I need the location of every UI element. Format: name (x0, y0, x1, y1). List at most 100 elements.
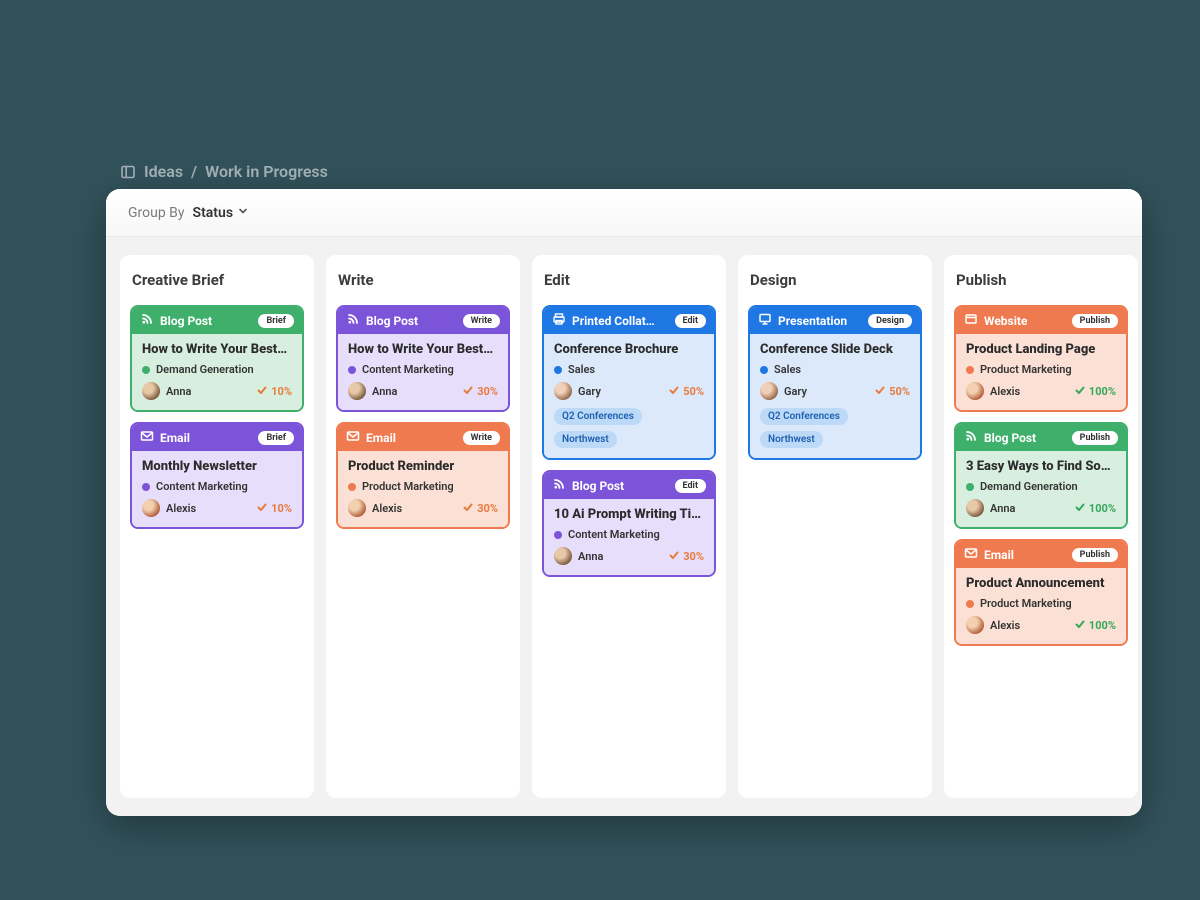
assignee-name: Gary (578, 385, 601, 398)
assignee: Gary (760, 382, 807, 400)
progress-indicator: 100% (1074, 501, 1116, 516)
assignee-name: Alexis (990, 619, 1020, 632)
card-header: WebsitePublish (956, 307, 1126, 334)
category-dot (760, 366, 768, 374)
group-by-value: Status (193, 205, 233, 221)
card-header: Blog PostBrief (132, 307, 302, 334)
category-label: Sales (568, 363, 595, 376)
card-body: Conference Slide DeckSalesGary50%Q2 Conf… (750, 334, 920, 458)
card-title: Monthly Newsletter (142, 459, 292, 474)
kanban-card[interactable]: Blog PostEdit10 Ai Prompt Writing TipsCo… (542, 470, 716, 577)
card-header: Blog PostWrite (338, 307, 508, 334)
assignee-name: Alexis (990, 385, 1020, 398)
stage-pill: Brief (258, 431, 294, 445)
avatar (760, 382, 778, 400)
check-icon (462, 501, 474, 516)
card-header: EmailPublish (956, 541, 1126, 568)
assignee: Anna (966, 499, 1015, 517)
avatar (966, 616, 984, 634)
kanban-column: Publish WebsitePublish Product Landing Pag… (944, 255, 1138, 798)
card-type-label: Blog Post (366, 314, 418, 328)
avatar (142, 499, 160, 517)
group-by-selector[interactable]: Status (193, 205, 249, 221)
column-title: Publish (954, 269, 1128, 295)
assignee: Alexis (966, 616, 1020, 634)
kanban-board: Creative BriefBlog PostBriefHow to Write… (106, 237, 1142, 816)
kanban-card[interactable]: PresentationDesignConference Slide DeckS… (748, 305, 922, 460)
category-row: Content Marketing (554, 528, 704, 541)
rss-icon (552, 477, 566, 494)
assignee-name: Anna (578, 550, 603, 563)
progress-value: 100% (1089, 385, 1116, 398)
category-label: Sales (774, 363, 801, 376)
user-progress-row: Alexis 30% (348, 499, 498, 517)
category-dot (966, 366, 974, 374)
card-header: EmailBrief (132, 424, 302, 451)
breadcrumb-root[interactable]: Ideas (144, 162, 183, 181)
progress-indicator: 100% (1074, 618, 1116, 633)
kanban-card[interactable]: EmailPublish Product Announcement Product … (954, 539, 1128, 646)
category-label: Product Marketing (362, 480, 454, 493)
kanban-card[interactable]: EmailBriefMonthly NewsletterContent Mark… (130, 422, 304, 529)
kanban-card[interactable]: Blog PostPublish3 Easy Ways to Find Soci… (954, 422, 1128, 529)
avatar (348, 499, 366, 517)
category-dot (348, 483, 356, 491)
progress-value: 30% (683, 550, 704, 563)
column-title: Creative Brief (130, 269, 304, 295)
assignee: Gary (554, 382, 601, 400)
tag[interactable]: Q2 Conferences (760, 408, 848, 425)
progress-indicator: 30% (462, 501, 498, 516)
assignee: Alexis (348, 499, 402, 517)
card-type-label: Website (984, 314, 1027, 328)
card-type-label: Email (366, 431, 396, 445)
user-progress-row: Anna 30% (554, 547, 704, 565)
column-title: Write (336, 269, 510, 295)
card-body: Product ReminderProduct MarketingAlexis3… (338, 451, 508, 527)
progress-indicator: 50% (668, 384, 704, 399)
card-body: 3 Easy Ways to Find Social…Demand Genera… (956, 451, 1126, 527)
rss-icon (346, 312, 360, 329)
tag[interactable]: Northwest (760, 431, 823, 448)
stage-pill: Design (868, 314, 912, 328)
column-title: Design (748, 269, 922, 295)
avatar (966, 382, 984, 400)
user-progress-row: Gary 50% (554, 382, 704, 400)
kanban-card[interactable]: Blog PostBriefHow to Write Your Best…Dem… (130, 305, 304, 412)
kanban-panel: Group By Status Creative BriefBlog PostB… (106, 189, 1142, 816)
progress-indicator: 30% (462, 384, 498, 399)
rss-icon (964, 429, 978, 446)
assignee-name: Alexis (372, 502, 402, 515)
card-type-label: Email (984, 548, 1014, 562)
category-dot (966, 600, 974, 608)
kanban-card[interactable]: EmailWriteProduct ReminderProduct Market… (336, 422, 510, 529)
card-body: 10 Ai Prompt Writing TipsContent Marketi… (544, 499, 714, 575)
card-title: Conference Slide Deck (760, 342, 910, 357)
tag[interactable]: Northwest (554, 431, 617, 448)
breadcrumb: Ideas / Work in Progress (120, 162, 328, 181)
category-label: Product Marketing (980, 597, 1072, 610)
board-icon (120, 164, 136, 180)
user-progress-row: Anna10% (142, 382, 292, 400)
print-icon (552, 312, 566, 329)
category-label: Demand Generation (980, 480, 1078, 493)
progress-value: 30% (477, 385, 498, 398)
progress-value: 50% (683, 385, 704, 398)
card-title: Product Announcement (966, 576, 1116, 591)
card-type-label: Printed Collat… (572, 314, 655, 328)
category-label: Content Marketing (568, 528, 660, 541)
category-label: Product Marketing (980, 363, 1072, 376)
card-title: Product Landing Page (966, 342, 1116, 357)
kanban-card[interactable]: WebsitePublish Product Landing Page Produc… (954, 305, 1128, 412)
kanban-card[interactable]: Printed Collat…EditConference BrochureSa… (542, 305, 716, 460)
card-type-label: Blog Post (160, 314, 212, 328)
card-title: Conference Brochure (554, 342, 704, 357)
mail-icon (140, 429, 154, 446)
category-dot (554, 366, 562, 374)
kanban-card[interactable]: Blog PostWriteHow to Write Your Best…Con… (336, 305, 510, 412)
check-icon (462, 384, 474, 399)
card-body: How to Write Your Best…Content Marketing… (338, 334, 508, 410)
check-icon (668, 384, 680, 399)
assignee: Alexis (142, 499, 196, 517)
tag[interactable]: Q2 Conferences (554, 408, 642, 425)
present-icon (758, 312, 772, 329)
